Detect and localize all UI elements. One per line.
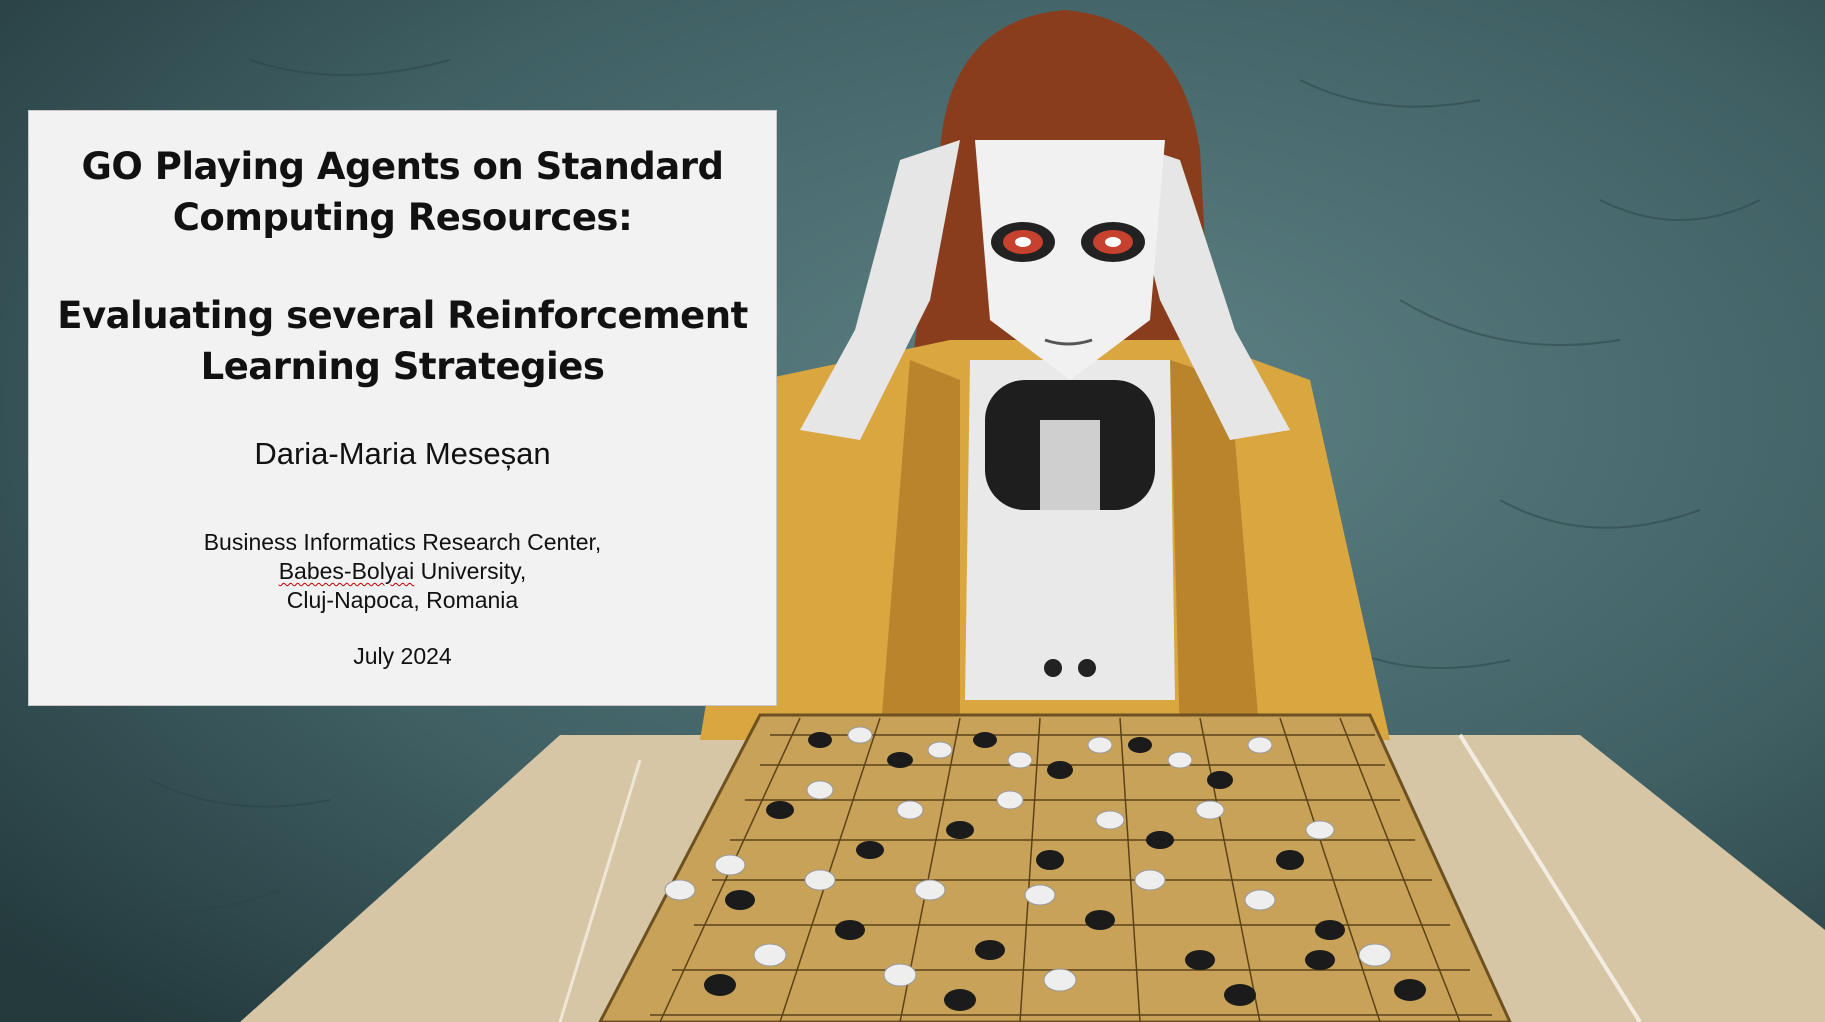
affiliation-line: Business Informatics Research Center, [203, 529, 602, 555]
title-card: GO Playing Agents on Standard Computing … [28, 110, 777, 706]
title-line: GO Playing Agents on Standard [81, 145, 724, 188]
presentation-date: July 2024 [353, 643, 452, 669]
slide-title-part2: Evaluating several Reinforcement Learnin… [29, 290, 776, 392]
affiliation-text: University, [414, 558, 527, 584]
spellcheck-word: Babes-Bolyai [278, 558, 415, 584]
title-line: Computing Resources: [172, 196, 633, 239]
affiliation-line: Babes-Bolyai University, [29, 557, 776, 586]
title-line: Learning Strategies [200, 345, 605, 388]
slide-title-part1: GO Playing Agents on Standard Computing … [29, 141, 776, 243]
affiliation-line: Cluj-Napoca, Romania [286, 587, 519, 613]
affiliation: Business Informatics Research Center, Ba… [29, 528, 776, 615]
author-name: Daria-Maria Meseșan [254, 436, 551, 471]
title-line: Evaluating several Reinforcement [57, 294, 748, 337]
